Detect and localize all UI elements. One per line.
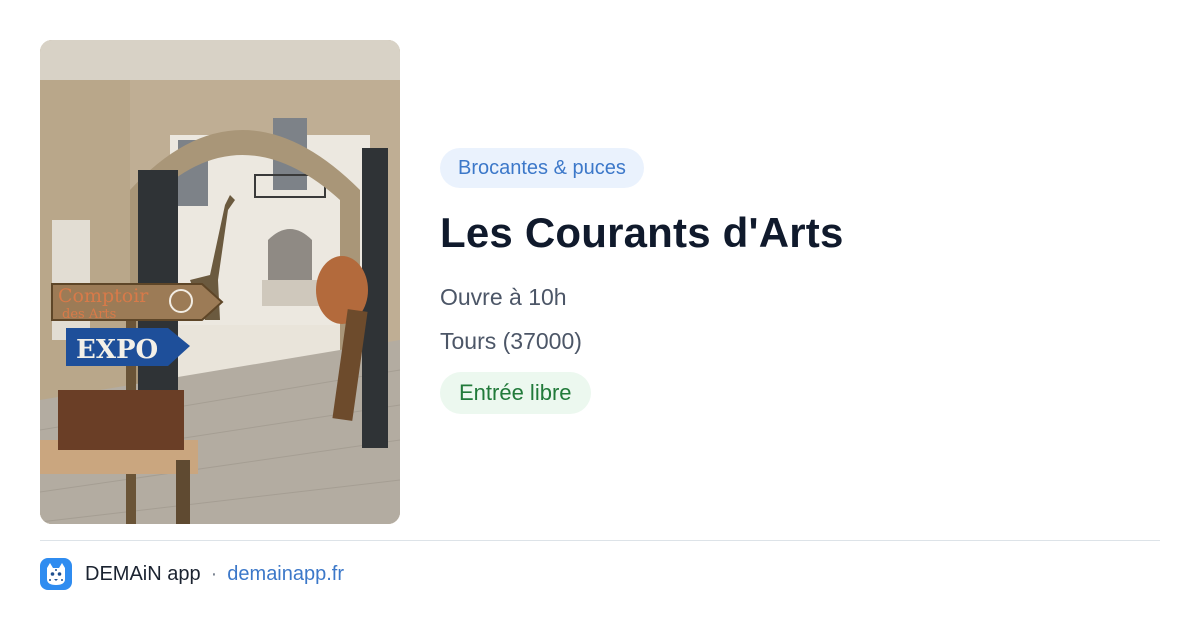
footer-divider <box>40 540 1160 541</box>
opening-time: Ouvre à 10h <box>440 284 567 310</box>
footer: DEMAiN app · demainapp.fr <box>40 558 344 590</box>
event-title: Les Courants d'Arts <box>440 209 844 256</box>
event-location: Tours (37000) <box>440 328 582 354</box>
app-name: DEMAiN app <box>85 562 201 585</box>
leopard-app-icon <box>40 558 72 590</box>
entry-badge: Entrée libre <box>440 372 591 414</box>
site-link[interactable]: demainapp.fr <box>227 563 344 586</box>
event-photo: Comptoir des Arts EXPO <box>40 40 400 524</box>
sign-expo: EXPO <box>76 335 158 365</box>
svg-text:des Arts: des Arts <box>62 307 116 322</box>
sign-comptoir-line1: Comptoir <box>58 285 149 307</box>
footer-separator: · <box>210 562 218 585</box>
courtyard-image: Comptoir des Arts EXPO <box>40 40 400 524</box>
category-chip[interactable]: Brocantes & puces <box>440 148 644 188</box>
event-info: Brocantes & puces Les Courants d'Arts Ou… <box>440 148 1160 414</box>
